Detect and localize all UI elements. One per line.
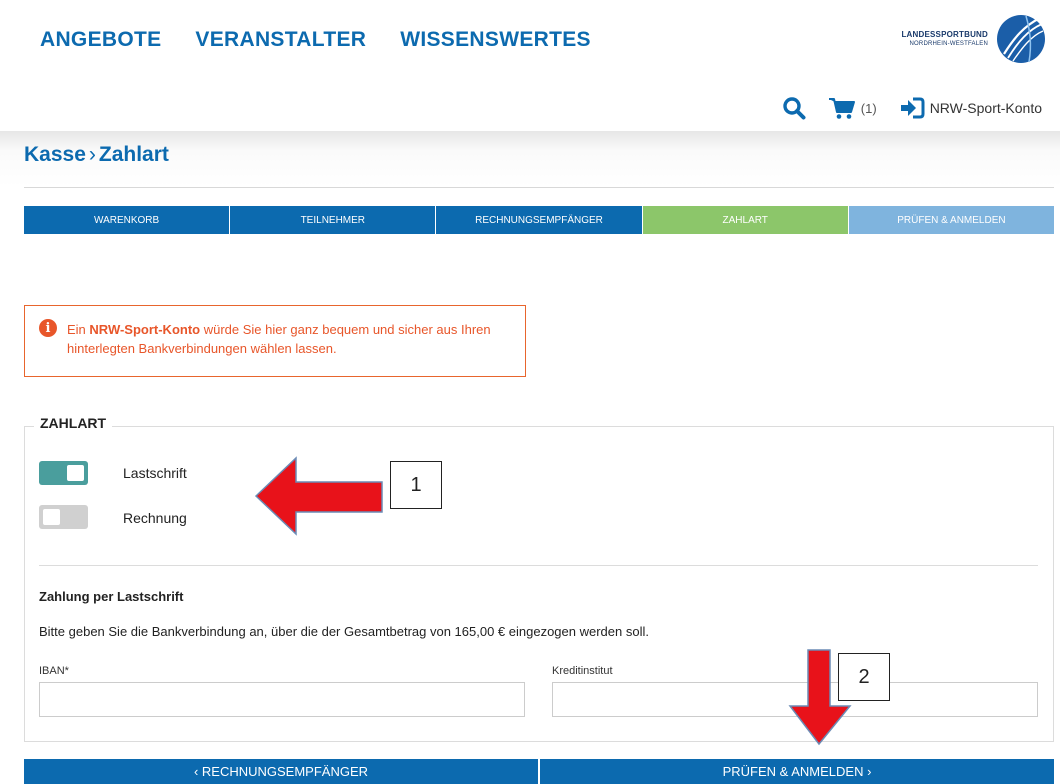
- checkout-steps: WARENKORB TEILNEHMER RECHNUNGSEMPFÄNGER …: [24, 206, 1055, 234]
- iban-label: IBAN*: [39, 665, 69, 677]
- lastschrift-toggle[interactable]: [39, 461, 88, 485]
- search-icon: [783, 97, 806, 120]
- breadcrumb: Kasse › Zahlart: [24, 143, 169, 167]
- info-account-link[interactable]: NRW-Sport-Konto: [89, 322, 200, 337]
- step-zahlart: ZAHLART: [642, 206, 849, 234]
- annotation-arrow-left-icon: [254, 456, 383, 536]
- breadcrumb-separator: ›: [88, 143, 96, 166]
- landessportbund-logo[interactable]: LANDESSPORTBUND NORDRHEIN-WESTFALEN: [901, 8, 1046, 70]
- info-prefix: Ein: [67, 322, 90, 337]
- option-lastschrift-label[interactable]: Lastschrift: [123, 465, 187, 481]
- checkout-navigation: ‹ RECHNUNGSEMPFÄNGER PRÜFEN & ANMELDEN ›: [24, 759, 1054, 784]
- option-rechnung-label[interactable]: Rechnung: [123, 510, 187, 526]
- option-rechnung[interactable]: [39, 505, 88, 529]
- option-lastschrift[interactable]: [39, 461, 88, 485]
- section-description: Bitte geben Sie die Bankverbindung an, ü…: [39, 624, 649, 639]
- step-teilnehmer[interactable]: TEILNEHMER: [230, 206, 437, 234]
- cart-button[interactable]: (1): [828, 96, 877, 120]
- nav-veranstalter[interactable]: VERANSTALTER: [195, 28, 366, 52]
- step-pruefen-anmelden: PRÜFEN & ANMELDEN: [848, 206, 1055, 234]
- logo-line-2: NORDRHEIN-WESTFALEN: [909, 41, 988, 47]
- breadcrumb-current: Zahlart: [98, 143, 169, 166]
- next-button[interactable]: PRÜFEN & ANMELDEN ›: [538, 759, 1054, 784]
- section-title: Zahlung per Lastschrift: [39, 589, 184, 604]
- back-button[interactable]: ‹ RECHNUNGSEMPFÄNGER: [24, 759, 538, 784]
- info-icon: i: [39, 319, 57, 337]
- cart-count: (1): [860, 100, 877, 116]
- toggle-knob: [43, 509, 60, 525]
- step-rechnungsempfaenger[interactable]: RECHNUNGSEMPFÄNGER: [436, 206, 643, 234]
- annotation-box-2: 2: [838, 653, 890, 701]
- step-warenkorb[interactable]: WARENKORB: [24, 206, 231, 234]
- logo-emblem-icon: [997, 15, 1045, 63]
- section-divider: [39, 565, 1038, 566]
- rechnung-toggle[interactable]: [39, 505, 88, 529]
- nav-angebote[interactable]: ANGEBOTE: [40, 28, 161, 52]
- utility-bar: (1) NRW-Sport-Konto: [782, 96, 1042, 120]
- toggle-knob: [67, 465, 84, 481]
- account-link[interactable]: NRW-Sport-Konto: [899, 97, 1042, 119]
- bank-label: Kreditinstitut: [552, 665, 613, 677]
- logo-line-1: LANDESSPORTBUND: [901, 30, 988, 39]
- annotation-box-1: 1: [390, 461, 442, 509]
- account-label: NRW-Sport-Konto: [929, 100, 1042, 116]
- payment-legend: ZAHLART: [34, 415, 113, 431]
- sign-in-icon: [900, 97, 925, 119]
- breadcrumb-divider: [24, 187, 1054, 188]
- search-button[interactable]: [782, 96, 806, 120]
- breadcrumb-parent[interactable]: Kasse: [24, 143, 86, 166]
- info-notice: i Ein NRW-Sport-Konto würde Sie hier gan…: [24, 305, 526, 377]
- nav-wissenswertes[interactable]: WISSENSWERTES: [400, 28, 591, 52]
- main-navigation: ANGEBOTE VERANSTALTER WISSENSWERTES: [40, 28, 591, 52]
- iban-input[interactable]: [39, 682, 525, 717]
- shopping-cart-icon: [828, 98, 855, 119]
